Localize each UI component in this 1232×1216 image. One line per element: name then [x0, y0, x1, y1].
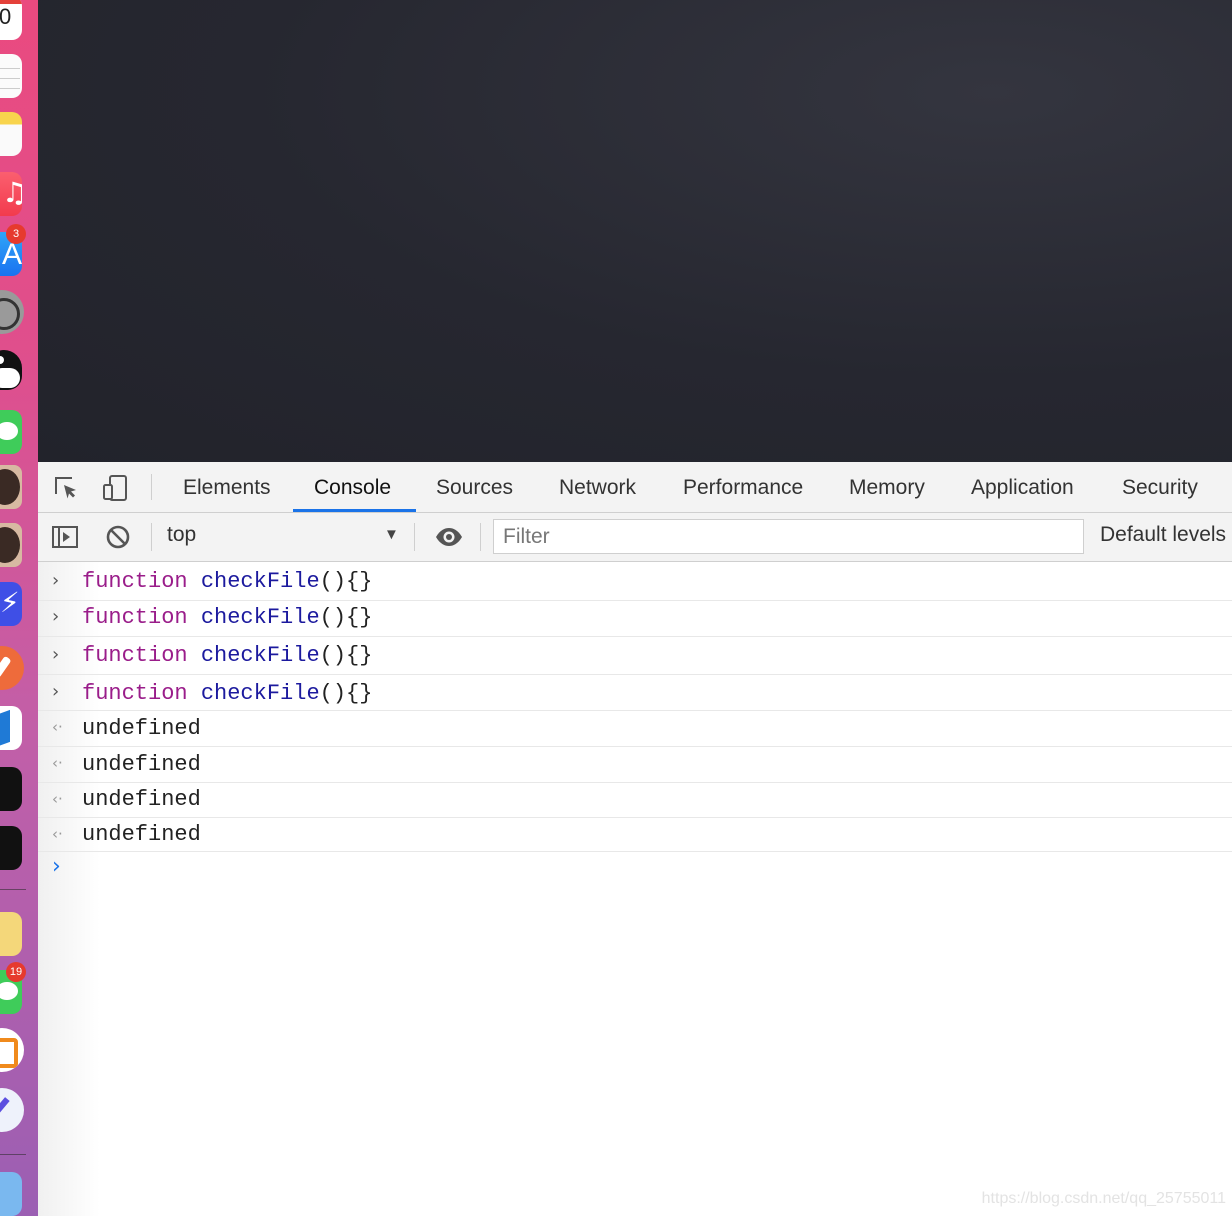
- vscode-app-icon[interactable]: [0, 706, 22, 750]
- wechat-app-icon[interactable]: [0, 410, 22, 454]
- console-input-row: › function checkFile(){}: [38, 675, 1232, 711]
- code-function-name: checkFile: [200, 569, 320, 594]
- console-input-row: › function checkFile(){}: [38, 600, 1232, 637]
- postman-app-icon[interactable]: [0, 646, 24, 690]
- console-result-row: ‹· undefined: [38, 818, 1232, 852]
- stickies-app-icon[interactable]: [0, 912, 22, 956]
- console-output[interactable]: › function checkFile(){} › function chec…: [38, 562, 1232, 1216]
- console-toolbar: top ▼ Default levels: [38, 513, 1232, 562]
- chevron-right-icon: ›: [52, 606, 60, 627]
- compass-app-icon[interactable]: [0, 1088, 24, 1132]
- console-input-row: › function checkFile(){}: [38, 637, 1232, 675]
- context-selector[interactable]: top: [167, 523, 196, 547]
- devtools-panel: Elements Console Sources Network Perform…: [38, 462, 1232, 1216]
- console-input-row: › function checkFile(){}: [38, 562, 1232, 601]
- console-prompt-chevron-icon[interactable]: ›: [52, 854, 61, 879]
- tab-sources[interactable]: Sources: [436, 462, 513, 512]
- toolbar-divider: [480, 523, 481, 551]
- page-viewport[interactable]: [38, 0, 1232, 462]
- tab-application[interactable]: Application: [971, 462, 1074, 512]
- qq-app-icon[interactable]: [0, 348, 22, 392]
- chevron-right-icon: ›: [52, 570, 60, 591]
- code-function-name: checkFile: [200, 605, 320, 630]
- code-keyword: function: [82, 569, 188, 594]
- tab-elements[interactable]: Elements: [183, 462, 271, 512]
- return-arrow-icon: ‹·: [52, 718, 63, 736]
- tab-network[interactable]: Network: [559, 462, 636, 512]
- inspect-element-icon[interactable]: [53, 474, 81, 502]
- chevron-right-icon: ›: [52, 681, 60, 702]
- code-keyword: function: [82, 681, 188, 706]
- show-sidebar-icon[interactable]: [51, 523, 79, 551]
- return-arrow-icon: ‹·: [52, 825, 63, 843]
- devtools-tabbar: Elements Console Sources Network Perform…: [38, 462, 1232, 513]
- code-keyword: function: [82, 643, 188, 668]
- user-avatar-app-icon-2[interactable]: [0, 523, 22, 567]
- bolt-app-icon[interactable]: ⚡: [0, 582, 22, 626]
- log-levels-dropdown[interactable]: Default levels: [1100, 523, 1226, 547]
- result-value: undefined: [82, 822, 201, 847]
- device-toolbar-icon[interactable]: [101, 474, 129, 502]
- toolbar-divider: [414, 523, 415, 551]
- result-value: undefined: [82, 716, 201, 741]
- console-result-row: ‹· undefined: [38, 783, 1232, 818]
- system-preferences-app-icon[interactable]: [0, 290, 24, 334]
- code-function-name: checkFile: [200, 643, 320, 668]
- toolbar-divider: [151, 474, 152, 500]
- music-app-icon[interactable]: ♫: [0, 172, 22, 216]
- chevron-right-icon: ›: [52, 644, 60, 665]
- tab-memory[interactable]: Memory: [849, 462, 925, 512]
- terminal-app-icon[interactable]: [0, 767, 22, 811]
- result-value: undefined: [82, 752, 201, 777]
- app-store-badge: 3: [6, 224, 26, 244]
- console-result-row: ‹· undefined: [38, 711, 1232, 747]
- clear-console-icon[interactable]: [104, 523, 132, 551]
- active-tab-indicator: [293, 509, 416, 512]
- code-rest: (){}: [319, 643, 373, 668]
- result-value: undefined: [82, 787, 201, 812]
- watermark: https://blog.csdn.net/qq_25755011: [981, 1190, 1226, 1207]
- code-rest: (){}: [319, 605, 373, 630]
- live-expression-eye-icon[interactable]: [434, 523, 464, 551]
- return-arrow-icon: ‹·: [52, 790, 63, 808]
- calendar-app-icon[interactable]: 0: [0, 0, 22, 40]
- tab-security[interactable]: Security: [1122, 462, 1198, 512]
- code-keyword: function: [82, 605, 188, 630]
- console-result-row: ‹· undefined: [38, 747, 1232, 783]
- toolbar-divider: [151, 523, 152, 551]
- dock-separator-2: [0, 1154, 26, 1155]
- code-function-name: checkFile: [200, 681, 320, 706]
- filter-input[interactable]: [493, 519, 1084, 554]
- folder-app-icon[interactable]: [0, 1172, 22, 1216]
- messages-badge: 19: [6, 962, 26, 982]
- reminders-app-icon[interactable]: [0, 54, 22, 98]
- dock-separator: [0, 889, 26, 890]
- notes-app-icon[interactable]: [0, 112, 22, 156]
- dock: 0 ♫ A 3 ⚡ 19: [0, 0, 38, 1216]
- hex-app-icon[interactable]: [0, 1028, 24, 1072]
- tab-performance[interactable]: Performance: [683, 462, 803, 512]
- code-rest: (){}: [319, 569, 373, 594]
- user-avatar-app-icon[interactable]: [0, 465, 22, 509]
- terminal-app-icon-2[interactable]: [0, 826, 22, 870]
- tab-console[interactable]: Console: [314, 462, 391, 512]
- dropdown-arrow-icon[interactable]: ▼: [384, 526, 399, 543]
- return-arrow-icon: ‹·: [52, 754, 63, 772]
- code-rest: (){}: [319, 681, 373, 706]
